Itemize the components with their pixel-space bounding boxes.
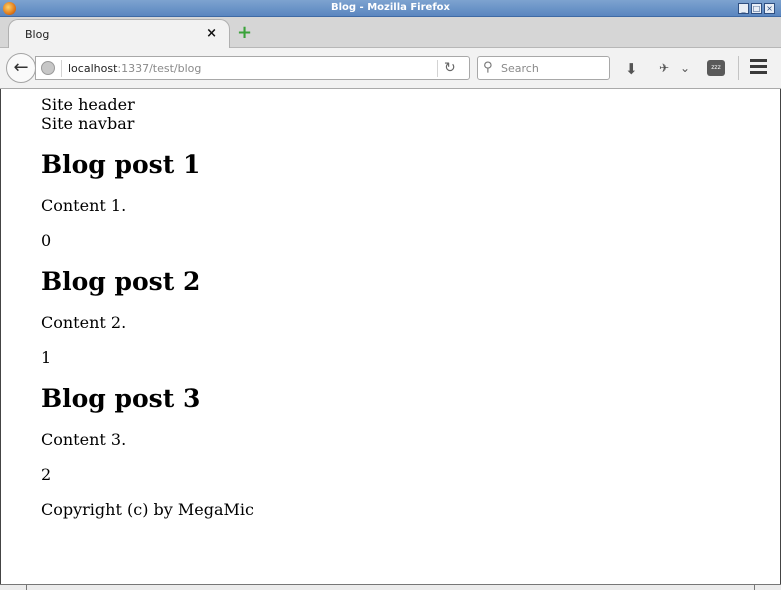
- post-content: Content 1.: [41, 196, 127, 215]
- post-title: Blog post 1: [41, 150, 201, 179]
- post-index: 0: [41, 231, 52, 250]
- maximize-button[interactable]: □: [751, 3, 762, 14]
- page-body: Site header Site navbar Blog post 1 Cont…: [41, 95, 254, 519]
- post-content: Content 2.: [41, 313, 127, 332]
- divider: [26, 585, 27, 590]
- search-input[interactable]: ⚲ Search: [477, 56, 610, 80]
- tab-strip: Blog × +: [0, 17, 781, 49]
- post-title: Blog post 3: [41, 384, 201, 413]
- window-title: Blog - Mozilla Firefox: [331, 2, 450, 13]
- back-button[interactable]: ←: [6, 53, 36, 83]
- url-host: localhost: [68, 62, 118, 75]
- post-index: 2: [41, 465, 52, 484]
- divider: [61, 60, 62, 77]
- close-tab-icon[interactable]: ×: [206, 26, 217, 41]
- close-window-button[interactable]: ×: [764, 3, 775, 14]
- hamburger-menu-icon[interactable]: [750, 59, 767, 75]
- window-border: [0, 89, 1, 590]
- navigation-toolbar: localhost:1337/test/blog ↻ ← ⚲ Search ⬇ …: [0, 48, 781, 89]
- search-placeholder: Search: [501, 62, 539, 75]
- chevron-down-icon[interactable]: ⌄: [680, 61, 690, 75]
- minimize-button[interactable]: _: [738, 3, 749, 14]
- divider: [437, 60, 438, 77]
- site-identity-icon[interactable]: [41, 61, 55, 75]
- url-bar[interactable]: localhost:1337/test/blog ↻: [35, 56, 470, 80]
- download-icon[interactable]: ⬇: [625, 60, 638, 78]
- sleep-icon[interactable]: zzz: [707, 60, 725, 76]
- url-path: :1337/test/blog: [117, 62, 202, 75]
- search-icon: ⚲: [483, 60, 493, 75]
- new-tab-icon[interactable]: +: [237, 24, 252, 42]
- url-text[interactable]: localhost:1337/test/blog: [68, 62, 201, 75]
- window-titlebar: Blog - Mozilla Firefox _ □ ×: [0, 0, 781, 17]
- reload-icon[interactable]: ↻: [444, 60, 456, 76]
- status-bar: [0, 584, 781, 590]
- page-content: Site header Site navbar Blog post 1 Cont…: [1, 89, 780, 585]
- tab-blog[interactable]: Blog ×: [8, 19, 230, 49]
- site-navbar: Site navbar: [41, 114, 135, 133]
- site-header: Site header: [41, 95, 135, 114]
- addon-icon[interactable]: ✈: [659, 61, 669, 75]
- divider: [754, 585, 755, 590]
- post-content: Content 3.: [41, 430, 127, 449]
- tab-label: Blog: [25, 28, 50, 41]
- divider: [738, 56, 739, 80]
- post-title: Blog post 2: [41, 267, 201, 296]
- post-index: 1: [41, 348, 52, 367]
- site-footer: Copyright (c) by MegaMic: [41, 500, 254, 519]
